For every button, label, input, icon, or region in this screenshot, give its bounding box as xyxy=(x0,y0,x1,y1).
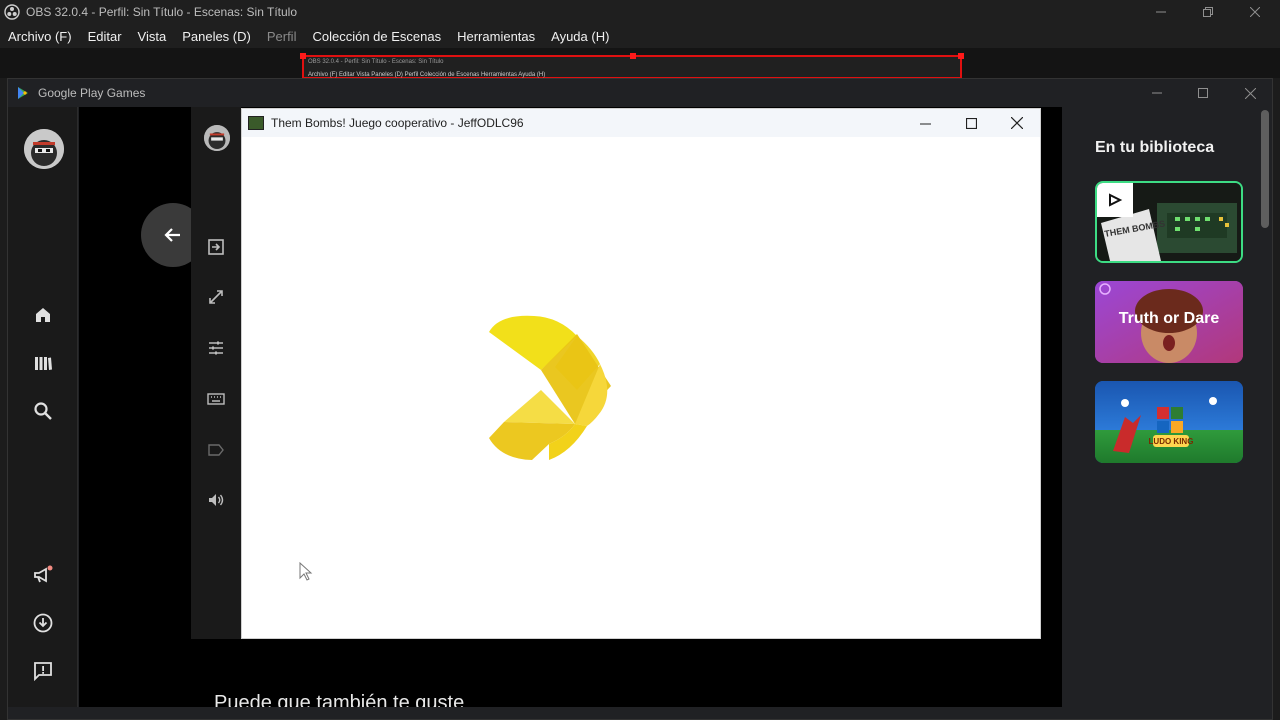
menu-vista[interactable]: Vista xyxy=(138,29,167,44)
feedback-icon xyxy=(34,662,52,681)
gpg-main-area: Them Bombs! Juego cooperativo - JeffODLC… xyxy=(79,107,1062,707)
truth-or-dare-thumbnail-icon: Truth or Dare xyxy=(1095,281,1243,363)
ludo-king-card-label: LUDO KING xyxy=(1149,437,1194,446)
game-window-title: Them Bombs! Juego cooperativo - JeffODLC… xyxy=(271,116,524,130)
gpg-sidebar xyxy=(8,107,78,707)
gpg-close-button[interactable] xyxy=(1227,79,1273,107)
settings-sliders-icon xyxy=(209,341,223,355)
suggestions-heading: Puede que también te guste xyxy=(214,692,465,707)
menu-archivo[interactable]: Archivo (F) xyxy=(8,29,72,44)
obs-menubar: Archivo (F) Editar Vista Paneles (D) Per… xyxy=(0,24,1280,48)
arrow-back-icon xyxy=(164,228,180,242)
menu-paneles[interactable]: Paneles (D) xyxy=(182,29,251,44)
splash-logo-icon xyxy=(489,315,611,460)
obs-window-title: OBS 32.0.4 - Perfil: Sin Título - Escena… xyxy=(26,5,298,19)
library-card-truth-or-dare[interactable]: Truth or Dare xyxy=(1095,281,1243,363)
nav-feedback[interactable] xyxy=(31,659,55,683)
game-app-icon xyxy=(248,116,264,130)
nav-search[interactable] xyxy=(31,399,55,423)
close-icon xyxy=(1011,117,1023,129)
game-minimize-button[interactable] xyxy=(902,109,948,137)
obs-close-button[interactable] xyxy=(1232,0,1278,24)
game-close-button[interactable] xyxy=(994,109,1040,137)
minimize-icon xyxy=(919,123,931,124)
menu-coleccion-escenas[interactable]: Colección de Escenas xyxy=(312,29,441,44)
close-icon xyxy=(1250,7,1260,17)
search-icon xyxy=(34,402,52,420)
minimize-icon xyxy=(1156,11,1166,13)
obs-titlebar: OBS 32.0.4 - Perfil: Sin Título - Escena… xyxy=(0,0,1280,24)
close-icon xyxy=(1244,87,1256,99)
library-card-ludo-king[interactable]: LUDO KING xyxy=(1095,381,1243,463)
google-play-games-window: Google Play Games Them Bombs! Juego coop… xyxy=(7,78,1273,720)
google-play-games-logo-icon xyxy=(18,87,28,99)
maximize-icon xyxy=(1198,88,1208,98)
them-bombs-thumbnail-icon: THEM BOMBS xyxy=(1097,183,1241,261)
exit-game-button[interactable] xyxy=(204,235,228,259)
restore-icon xyxy=(1203,7,1213,17)
library-scrollbar[interactable] xyxy=(1261,110,1269,228)
fullscreen-icon xyxy=(209,290,223,304)
resize-handle[interactable] xyxy=(300,53,306,59)
preview-selected-source[interactable]: OBS 32.0.4 - Perfil: Sin Título - Escena… xyxy=(300,53,964,79)
label-icon xyxy=(208,444,224,456)
resize-handle[interactable] xyxy=(958,53,964,59)
label-button[interactable] xyxy=(204,438,228,462)
ninja-avatar-icon xyxy=(204,125,230,151)
game-maximize-button[interactable] xyxy=(948,109,994,137)
library-icon xyxy=(35,357,52,370)
nested-obs-title: OBS 32.0.4 - Perfil: Sin Título - Escena… xyxy=(308,59,444,65)
gpg-window-title: Google Play Games xyxy=(38,86,146,100)
keyboard-button[interactable] xyxy=(204,387,228,411)
ludo-king-thumbnail-icon: LUDO KING xyxy=(1095,381,1243,463)
library-card-them-bombs[interactable]: THEM BOMBS xyxy=(1095,181,1243,263)
menu-perfil[interactable]: Perfil xyxy=(267,29,297,44)
game-titlebar: Them Bombs! Juego cooperativo - JeffODLC… xyxy=(242,109,1040,137)
obs-restore-button[interactable] xyxy=(1185,0,1231,24)
nav-downloads[interactable] xyxy=(31,611,55,635)
library-title: En tu biblioteca xyxy=(1095,139,1215,156)
truth-or-dare-card-label: Truth or Dare xyxy=(1119,310,1220,327)
game-window[interactable]: Them Bombs! Juego cooperativo - JeffODLC… xyxy=(241,108,1041,639)
nav-announcements[interactable] xyxy=(31,563,55,587)
keyboard-icon xyxy=(207,393,225,405)
minimize-icon xyxy=(1152,92,1162,94)
exit-icon xyxy=(208,239,224,255)
nav-library[interactable] xyxy=(31,351,55,375)
library-panel: En tu biblioteca THEM BOMBS Truth or Dar… xyxy=(1063,107,1258,707)
menu-ayuda[interactable]: Ayuda (H) xyxy=(551,29,609,44)
gpg-minimize-button[interactable] xyxy=(1134,79,1180,107)
maximize-icon xyxy=(965,117,977,129)
mouse-cursor-icon xyxy=(299,562,313,581)
volume-button[interactable] xyxy=(204,488,228,512)
nav-home[interactable] xyxy=(31,303,55,327)
home-icon xyxy=(36,308,50,322)
menu-editar[interactable]: Editar xyxy=(88,29,122,44)
settings-button[interactable] xyxy=(204,336,228,360)
download-icon xyxy=(33,613,53,633)
gpg-titlebar: Google Play Games xyxy=(8,79,1272,107)
gpg-maximize-button[interactable] xyxy=(1180,79,1226,107)
avatar[interactable] xyxy=(24,129,64,169)
game-toolbar xyxy=(191,107,241,639)
obs-minimize-button[interactable] xyxy=(1138,0,1184,24)
avatar[interactable] xyxy=(204,125,230,151)
ninja-avatar-icon xyxy=(24,129,64,169)
menu-herramientas[interactable]: Herramientas xyxy=(457,29,535,44)
fullscreen-button[interactable] xyxy=(204,285,228,309)
obs-logo-icon xyxy=(4,4,20,20)
volume-icon xyxy=(209,494,224,506)
megaphone-icon xyxy=(34,565,53,583)
resize-handle[interactable] xyxy=(630,53,636,59)
